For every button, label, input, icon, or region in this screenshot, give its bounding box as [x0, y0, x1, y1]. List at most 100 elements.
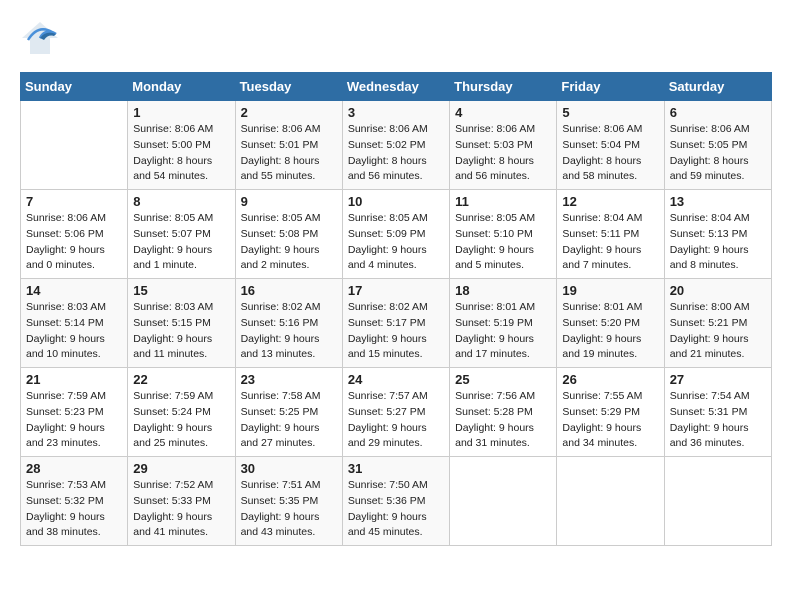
calendar-cell: 4 Sunrise: 8:06 AM Sunset: 5:03 PM Daylig…: [450, 101, 557, 190]
calendar-cell: 9 Sunrise: 8:05 AM Sunset: 5:08 PM Daylig…: [235, 190, 342, 279]
day-info: Sunrise: 7:50 AM Sunset: 5:36 PM Dayligh…: [348, 478, 444, 541]
logo: [20, 20, 64, 56]
calendar-week-1: 1 Sunrise: 8:06 AM Sunset: 5:00 PM Daylig…: [21, 101, 772, 190]
calendar-cell: 12 Sunrise: 8:04 AM Sunset: 5:11 PM Dayli…: [557, 190, 664, 279]
calendar-cell: 3 Sunrise: 8:06 AM Sunset: 5:02 PM Daylig…: [342, 101, 449, 190]
column-header-saturday: Saturday: [664, 73, 771, 101]
calendar-cell: 26Sunrise: 7:55 AM Sunset: 5:29 PM Dayli…: [557, 368, 664, 457]
day-number: 8: [133, 194, 229, 209]
calendar-cell: 11 Sunrise: 8:05 AM Sunset: 5:10 PM Dayli…: [450, 190, 557, 279]
calendar-cell: 15Sunrise: 8:03 AM Sunset: 5:15 PM Dayli…: [128, 279, 235, 368]
day-number: 20: [670, 283, 766, 298]
day-info: Sunrise: 8:06 AM Sunset: 5:05 PM Dayligh…: [670, 122, 766, 185]
day-number: 31: [348, 461, 444, 476]
calendar-cell: 21Sunrise: 7:59 AM Sunset: 5:23 PM Dayli…: [21, 368, 128, 457]
column-header-friday: Friday: [557, 73, 664, 101]
day-number: 22: [133, 372, 229, 387]
calendar-header-row: SundayMondayTuesdayWednesdayThursdayFrid…: [21, 73, 772, 101]
day-number: 12: [562, 194, 658, 209]
calendar-cell: 22 Sunrise: 7:59 AM Sunset: 5:24 PM Dayli…: [128, 368, 235, 457]
calendar-cell: [21, 101, 128, 190]
column-header-tuesday: Tuesday: [235, 73, 342, 101]
day-number: 25: [455, 372, 551, 387]
calendar-cell: 25 Sunrise: 7:56 AM Sunset: 5:28 PM Dayli…: [450, 368, 557, 457]
calendar-cell: 23Sunrise: 7:58 AM Sunset: 5:25 PM Dayli…: [235, 368, 342, 457]
calendar-cell: 27 Sunrise: 7:54 AM Sunset: 5:31 PM Dayli…: [664, 368, 771, 457]
day-number: 4: [455, 105, 551, 120]
calendar-cell: 17 Sunrise: 8:02 AM Sunset: 5:17 PM Dayli…: [342, 279, 449, 368]
day-info: Sunrise: 8:04 AM Sunset: 5:11 PM Dayligh…: [562, 211, 658, 274]
day-info: Sunrise: 8:06 AM Sunset: 5:00 PM Dayligh…: [133, 122, 229, 185]
calendar-cell: 5 Sunrise: 8:06 AM Sunset: 5:04 PM Daylig…: [557, 101, 664, 190]
day-number: 24: [348, 372, 444, 387]
day-info: Sunrise: 7:53 AM Sunset: 5:32 PM Dayligh…: [26, 478, 122, 541]
day-info: Sunrise: 8:06 AM Sunset: 5:01 PM Dayligh…: [241, 122, 337, 185]
day-info: Sunrise: 7:58 AM Sunset: 5:25 PM Dayligh…: [241, 389, 337, 452]
calendar-cell: 28Sunrise: 7:53 AM Sunset: 5:32 PM Dayli…: [21, 457, 128, 546]
calendar-cell: 1 Sunrise: 8:06 AM Sunset: 5:00 PM Daylig…: [128, 101, 235, 190]
calendar-cell: 29 Sunrise: 7:52 AM Sunset: 5:33 PM Dayli…: [128, 457, 235, 546]
calendar-cell: 31 Sunrise: 7:50 AM Sunset: 5:36 PM Dayli…: [342, 457, 449, 546]
day-number: 14: [26, 283, 122, 298]
day-info: Sunrise: 7:56 AM Sunset: 5:28 PM Dayligh…: [455, 389, 551, 452]
day-info: Sunrise: 8:01 AM Sunset: 5:20 PM Dayligh…: [562, 300, 658, 363]
day-info: Sunrise: 8:06 AM Sunset: 5:02 PM Dayligh…: [348, 122, 444, 185]
calendar-cell: 7Sunrise: 8:06 AM Sunset: 5:06 PM Daylig…: [21, 190, 128, 279]
day-number: 30: [241, 461, 337, 476]
day-number: 11: [455, 194, 551, 209]
day-info: Sunrise: 8:05 AM Sunset: 5:10 PM Dayligh…: [455, 211, 551, 274]
day-number: 3: [348, 105, 444, 120]
calendar-cell: 16 Sunrise: 8:02 AM Sunset: 5:16 PM Dayli…: [235, 279, 342, 368]
day-info: Sunrise: 8:05 AM Sunset: 5:08 PM Dayligh…: [241, 211, 337, 274]
calendar-cell: 18Sunrise: 8:01 AM Sunset: 5:19 PM Dayli…: [450, 279, 557, 368]
calendar-week-2: 7Sunrise: 8:06 AM Sunset: 5:06 PM Daylig…: [21, 190, 772, 279]
day-info: Sunrise: 8:05 AM Sunset: 5:09 PM Dayligh…: [348, 211, 444, 274]
day-info: Sunrise: 7:55 AM Sunset: 5:29 PM Dayligh…: [562, 389, 658, 452]
day-info: Sunrise: 8:06 AM Sunset: 5:06 PM Dayligh…: [26, 211, 122, 274]
day-info: Sunrise: 7:57 AM Sunset: 5:27 PM Dayligh…: [348, 389, 444, 452]
calendar-week-3: 14 Sunrise: 8:03 AM Sunset: 5:14 PM Dayli…: [21, 279, 772, 368]
calendar-cell: 10 Sunrise: 8:05 AM Sunset: 5:09 PM Dayli…: [342, 190, 449, 279]
day-info: Sunrise: 7:59 AM Sunset: 5:24 PM Dayligh…: [133, 389, 229, 452]
day-info: Sunrise: 8:04 AM Sunset: 5:13 PM Dayligh…: [670, 211, 766, 274]
day-number: 13: [670, 194, 766, 209]
calendar-table: SundayMondayTuesdayWednesdayThursdayFrid…: [20, 72, 772, 546]
day-info: Sunrise: 8:02 AM Sunset: 5:16 PM Dayligh…: [241, 300, 337, 363]
day-info: Sunrise: 8:00 AM Sunset: 5:21 PM Dayligh…: [670, 300, 766, 363]
day-info: Sunrise: 8:03 AM Sunset: 5:14 PM Dayligh…: [26, 300, 122, 363]
day-info: Sunrise: 8:06 AM Sunset: 5:04 PM Dayligh…: [562, 122, 658, 185]
calendar-cell: [664, 457, 771, 546]
day-number: 5: [562, 105, 658, 120]
day-number: 9: [241, 194, 337, 209]
day-info: Sunrise: 7:51 AM Sunset: 5:35 PM Dayligh…: [241, 478, 337, 541]
column-header-thursday: Thursday: [450, 73, 557, 101]
day-info: Sunrise: 7:54 AM Sunset: 5:31 PM Dayligh…: [670, 389, 766, 452]
day-number: 1: [133, 105, 229, 120]
day-number: 29: [133, 461, 229, 476]
day-info: Sunrise: 8:02 AM Sunset: 5:17 PM Dayligh…: [348, 300, 444, 363]
calendar-cell: 6Sunrise: 8:06 AM Sunset: 5:05 PM Daylig…: [664, 101, 771, 190]
logo-icon: [20, 20, 60, 56]
calendar-cell: 19Sunrise: 8:01 AM Sunset: 5:20 PM Dayli…: [557, 279, 664, 368]
calendar-week-4: 21Sunrise: 7:59 AM Sunset: 5:23 PM Dayli…: [21, 368, 772, 457]
day-number: 16: [241, 283, 337, 298]
calendar-cell: 14 Sunrise: 8:03 AM Sunset: 5:14 PM Dayli…: [21, 279, 128, 368]
calendar-cell: 24 Sunrise: 7:57 AM Sunset: 5:27 PM Dayli…: [342, 368, 449, 457]
calendar-cell: 13 Sunrise: 8:04 AM Sunset: 5:13 PM Dayli…: [664, 190, 771, 279]
day-number: 10: [348, 194, 444, 209]
day-info: Sunrise: 8:06 AM Sunset: 5:03 PM Dayligh…: [455, 122, 551, 185]
day-number: 21: [26, 372, 122, 387]
calendar-cell: [557, 457, 664, 546]
day-number: 17: [348, 283, 444, 298]
column-header-monday: Monday: [128, 73, 235, 101]
day-number: 2: [241, 105, 337, 120]
calendar-cell: [450, 457, 557, 546]
calendar-cell: 8 Sunrise: 8:05 AM Sunset: 5:07 PM Daylig…: [128, 190, 235, 279]
day-info: Sunrise: 7:52 AM Sunset: 5:33 PM Dayligh…: [133, 478, 229, 541]
day-number: 15: [133, 283, 229, 298]
column-header-wednesday: Wednesday: [342, 73, 449, 101]
day-info: Sunrise: 8:01 AM Sunset: 5:19 PM Dayligh…: [455, 300, 551, 363]
column-header-sunday: Sunday: [21, 73, 128, 101]
day-number: 27: [670, 372, 766, 387]
day-info: Sunrise: 8:05 AM Sunset: 5:07 PM Dayligh…: [133, 211, 229, 274]
